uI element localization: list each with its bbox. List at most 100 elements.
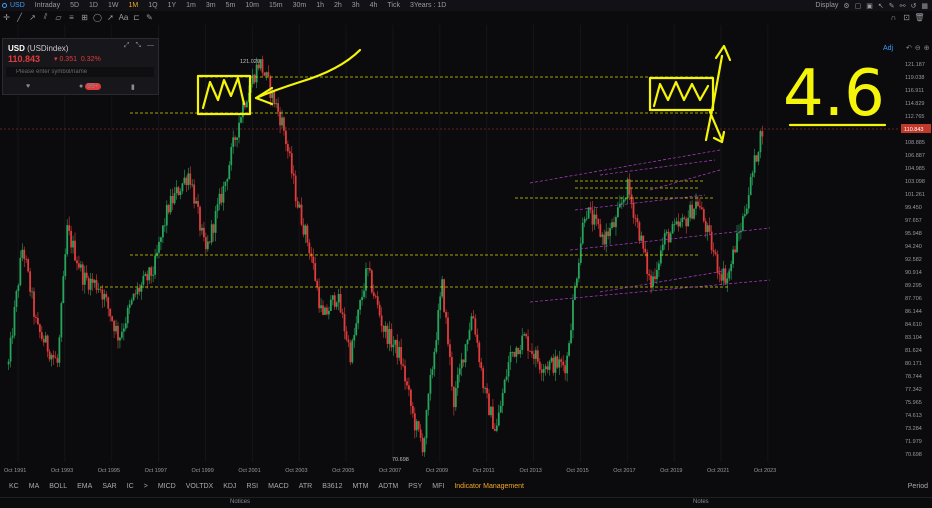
notes-tab[interactable]: Notes (693, 499, 709, 505)
indicator-8[interactable]: VOLTDX (181, 483, 219, 490)
candle-body (234, 137, 237, 140)
candle-body (177, 187, 180, 195)
indicator-0[interactable]: KC (4, 483, 24, 490)
undo-icon[interactable]: ↶ (906, 44, 912, 52)
notices-tab[interactable]: Notices (230, 499, 250, 505)
candle-body (351, 340, 354, 363)
candle-body (609, 228, 611, 237)
candle-body (275, 103, 278, 105)
candle-body (294, 175, 297, 202)
candle-body (728, 271, 731, 279)
candle-body (747, 195, 750, 209)
candle-body (695, 201, 697, 209)
heart-icon[interactable]: ♥ (26, 83, 30, 90)
candle-body (50, 355, 53, 360)
candle-body (279, 111, 281, 126)
candle-body (326, 307, 328, 315)
y-tick-label: 119.038 (905, 75, 924, 81)
candle-body (212, 224, 215, 233)
candle-body (511, 351, 514, 353)
period-button[interactable]: Period (908, 483, 928, 490)
y-tick-label: 104.985 (905, 166, 925, 172)
y-tick-label: 103.098 (905, 179, 925, 185)
candle-body (454, 388, 457, 408)
indicator-9[interactable]: KDJ (218, 483, 241, 490)
indicator-10[interactable]: RSI (241, 483, 263, 490)
candle-body (355, 323, 358, 335)
candle-body (345, 331, 348, 340)
indicator-12[interactable]: ATR (294, 483, 317, 490)
indicator-13[interactable]: B3612 (317, 483, 347, 490)
candle-body (697, 201, 699, 207)
candle-body (663, 233, 666, 245)
right-arrow-up (704, 54, 724, 142)
y-tick-label: 78.744 (905, 374, 922, 380)
indicator-5[interactable]: IC (122, 483, 139, 490)
symbol-search-input[interactable] (6, 67, 154, 77)
x-tick-label: Oct 2005 (332, 468, 354, 474)
collapse-icon[interactable]: ⤡ (135, 42, 141, 49)
minimize-icon[interactable]: — (147, 42, 154, 49)
candle-body (599, 224, 602, 237)
indicator-1[interactable]: MA (24, 483, 45, 490)
y-tick-label: 90.914 (905, 270, 922, 276)
candle-body (119, 337, 121, 341)
candle-body (327, 310, 330, 315)
candle-body (470, 316, 473, 330)
candle-body (501, 392, 504, 406)
candle-body (648, 273, 651, 276)
candle-body (150, 267, 153, 276)
candle-body (503, 379, 506, 393)
candle-body (681, 217, 684, 222)
indicator-17[interactable]: MFI (427, 483, 449, 490)
candle-body (120, 331, 123, 338)
zoom-out-icon[interactable]: ⊖ (915, 44, 921, 52)
candle-body (117, 325, 119, 341)
indicator-7[interactable]: MICD (153, 483, 181, 490)
candle-body (115, 325, 117, 332)
candle-body (21, 249, 24, 258)
share-icon[interactable]: ▮ (131, 83, 135, 91)
candle-body (474, 318, 477, 335)
candle-body (201, 227, 203, 231)
candle-body (23, 249, 26, 259)
indicator-14[interactable]: MTM (347, 483, 373, 490)
candle-body (185, 177, 188, 186)
candle-body (538, 361, 541, 370)
candle-body (404, 365, 406, 382)
indicator-3[interactable]: EMA (72, 483, 97, 490)
notification-badge: 99+ (85, 83, 101, 90)
expand-icon[interactable]: ⤢ (124, 42, 130, 49)
candle-body (743, 214, 746, 217)
indicator-2[interactable]: BOLL (44, 483, 72, 490)
indicator-18[interactable]: Indicator Management (449, 483, 529, 490)
indicator-6[interactable]: > (139, 483, 153, 490)
indicator-11[interactable]: MACD (263, 483, 294, 490)
quote-symbol: USD (USDindex) (8, 44, 69, 53)
candle-body (406, 381, 408, 386)
x-tick-label: Oct 2007 (379, 468, 401, 474)
candle-body (638, 222, 641, 241)
indicator-16[interactable]: PSY (403, 483, 427, 490)
indicator-15[interactable]: ADTM (373, 483, 403, 490)
candle-body (620, 202, 623, 204)
indicator-4[interactable]: SAR (97, 483, 121, 490)
candle-body (540, 369, 543, 373)
candle-body (13, 306, 16, 336)
candle-body (314, 263, 317, 281)
current-price-label: 110.843 (904, 127, 923, 133)
adj-button[interactable]: Adj (883, 45, 893, 52)
zoom-in-icon[interactable]: ⊕ (924, 44, 930, 52)
candle-body (757, 152, 760, 162)
candle-body (224, 181, 227, 186)
candle-body (673, 224, 676, 225)
candle-body (285, 130, 287, 145)
comment-icon[interactable]: ● (79, 83, 83, 90)
candle-body (197, 201, 199, 207)
candle-body (99, 288, 102, 290)
right-arrow-up-head (714, 44, 732, 62)
candle-body (691, 204, 693, 219)
candle-body (261, 59, 264, 73)
candle-body (523, 334, 526, 336)
y-tick-label: 112.765 (905, 114, 924, 120)
